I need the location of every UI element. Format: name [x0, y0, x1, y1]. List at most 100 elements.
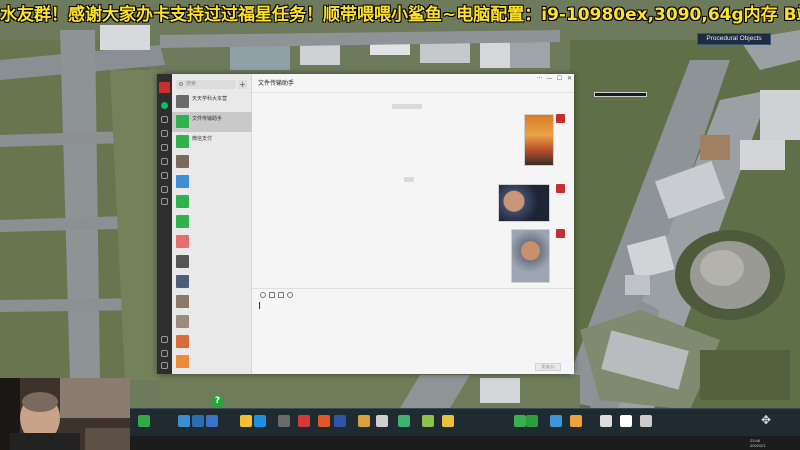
- search-input[interactable]: 搜索: [176, 80, 236, 89]
- self-avatar[interactable]: [159, 82, 170, 93]
- miniprogram-panel-icon[interactable]: [161, 336, 168, 343]
- message-timestamp: [404, 177, 414, 182]
- conversation-item[interactable]: [172, 352, 252, 372]
- chat-title: 文件传输助手: [258, 81, 295, 87]
- moments-icon[interactable]: [161, 158, 168, 165]
- wechat-nav-bar: [157, 74, 172, 374]
- files-icon[interactable]: [161, 144, 168, 151]
- tree-icon[interactable]: [526, 415, 538, 427]
- monument-icon[interactable]: [442, 415, 454, 427]
- conversation-item[interactable]: [172, 192, 252, 212]
- conversation-item[interactable]: 天天学科大本营: [172, 92, 252, 112]
- garbage-icon[interactable]: [278, 415, 290, 427]
- park-icon[interactable]: [514, 415, 526, 427]
- miniprogram-icon[interactable]: [161, 198, 168, 205]
- help-icon[interactable]: ?: [211, 395, 224, 408]
- history-icon[interactable]: [287, 292, 293, 298]
- conversation-avatar: [176, 155, 189, 168]
- conversation-item[interactable]: [172, 252, 252, 272]
- bulldozer-icon[interactable]: [570, 415, 582, 427]
- sent-image-strip[interactable]: [594, 92, 647, 97]
- conversation-item[interactable]: [172, 232, 252, 252]
- conversation-name: 天天学科大本营: [192, 96, 228, 102]
- phone-icon[interactable]: [161, 350, 168, 357]
- move-icon[interactable]: ✥: [761, 413, 771, 427]
- conversation-avatar: [176, 335, 189, 348]
- channels-icon[interactable]: [161, 172, 168, 179]
- conversation-item[interactable]: [172, 152, 252, 172]
- chat-pane: 文件传输助手 ··· — ☐ ✕ 发送(S): [252, 74, 647, 374]
- health-icon[interactable]: [298, 415, 310, 427]
- conversation-avatar: [176, 315, 189, 328]
- conversation-item[interactable]: [172, 212, 252, 232]
- landscape-icon[interactable]: [422, 415, 434, 427]
- conversation-avatar: [176, 235, 189, 248]
- pause-icon[interactable]: [600, 415, 612, 427]
- conversation-name: 文件传输助手: [192, 116, 223, 122]
- conversation-avatar: [176, 215, 189, 228]
- send-button[interactable]: 发送(S): [535, 363, 561, 371]
- sent-video-thumbnail[interactable]: [498, 184, 550, 222]
- search-nav-icon[interactable]: [161, 186, 168, 193]
- sent-video-thumbnail[interactable]: [511, 229, 550, 283]
- procedural-objects-button[interactable]: Procedural Objects: [697, 33, 771, 45]
- scrolling-banner: 水友群！感谢大家办卡支持过过福星任务！顺带喂喂小鲨鱼~电脑配置：i9-10980…: [0, 5, 800, 25]
- contacts-icon[interactable]: [161, 116, 168, 123]
- minimize-icon[interactable]: —: [545, 75, 554, 82]
- fire-icon[interactable]: [318, 415, 330, 427]
- streamer-image: [0, 378, 130, 450]
- sent-image-poster[interactable]: [524, 114, 554, 166]
- zone-icon[interactable]: [138, 415, 150, 427]
- conversation-avatar: [176, 195, 189, 208]
- add-chat-button[interactable]: +: [238, 80, 247, 89]
- favorites-icon[interactable]: [161, 130, 168, 137]
- search-icon[interactable]: [620, 415, 632, 427]
- sender-avatar[interactable]: [556, 184, 565, 193]
- education-icon[interactable]: [358, 415, 370, 427]
- scissors-icon[interactable]: [278, 292, 284, 298]
- input-divider: [252, 288, 574, 289]
- chat-icon[interactable]: [161, 102, 168, 109]
- menu-icon[interactable]: [161, 362, 168, 369]
- conversation-item[interactable]: [172, 312, 252, 332]
- emoji-icon[interactable]: [260, 292, 266, 298]
- search-icon: [179, 82, 183, 86]
- district-icon[interactable]: [550, 415, 562, 427]
- more-icon[interactable]: ···: [535, 75, 544, 82]
- conversation-avatar: [176, 295, 189, 308]
- camera-icon[interactable]: [640, 415, 652, 427]
- road-alt-icon[interactable]: [192, 415, 204, 427]
- transport-icon[interactable]: [398, 415, 410, 427]
- game-toolbar: ? ✥: [130, 395, 800, 436]
- electricity-icon[interactable]: [240, 415, 252, 427]
- conversation-avatar: [176, 135, 189, 148]
- conversation-item[interactable]: 文件传输助手: [172, 112, 252, 132]
- conversation-avatar: [176, 355, 189, 368]
- conversation-avatar: [176, 115, 189, 128]
- conversation-item[interactable]: [172, 272, 252, 292]
- conversation-avatar: [176, 275, 189, 288]
- conversation-item[interactable]: [172, 292, 252, 312]
- chat-header-divider: [252, 92, 574, 93]
- police-icon[interactable]: [334, 415, 346, 427]
- conversation-name: 微信支付: [192, 136, 213, 142]
- maximize-icon[interactable]: ☐: [555, 75, 564, 82]
- conversation-item[interactable]: 微信支付: [172, 132, 252, 152]
- water-drop-icon[interactable]: [254, 415, 266, 427]
- conversation-avatar: [176, 255, 189, 268]
- conversation-item[interactable]: [172, 332, 252, 352]
- folder-icon[interactable]: [269, 292, 275, 298]
- conversation-list: 搜索 + 天天学科大本营 文件传输助手 微信支付: [172, 74, 252, 374]
- wechat-window: 搜索 + 天天学科大本营 文件传输助手 微信支付 文件传输助手 ··· — ☐ ✕ …: [157, 74, 647, 374]
- webcam-overlay: [0, 378, 130, 450]
- sender-avatar[interactable]: [556, 114, 565, 123]
- message-input[interactable]: [259, 302, 260, 309]
- conversation-item[interactable]: [172, 172, 252, 192]
- sender-avatar[interactable]: [556, 229, 565, 238]
- leisure-icon[interactable]: [376, 415, 388, 427]
- conversation-avatar: [176, 175, 189, 188]
- tray-date: 2022/2/1: [750, 443, 766, 448]
- road-icon[interactable]: [178, 415, 190, 427]
- water-icon[interactable]: [206, 415, 218, 427]
- close-icon[interactable]: ✕: [565, 75, 574, 82]
